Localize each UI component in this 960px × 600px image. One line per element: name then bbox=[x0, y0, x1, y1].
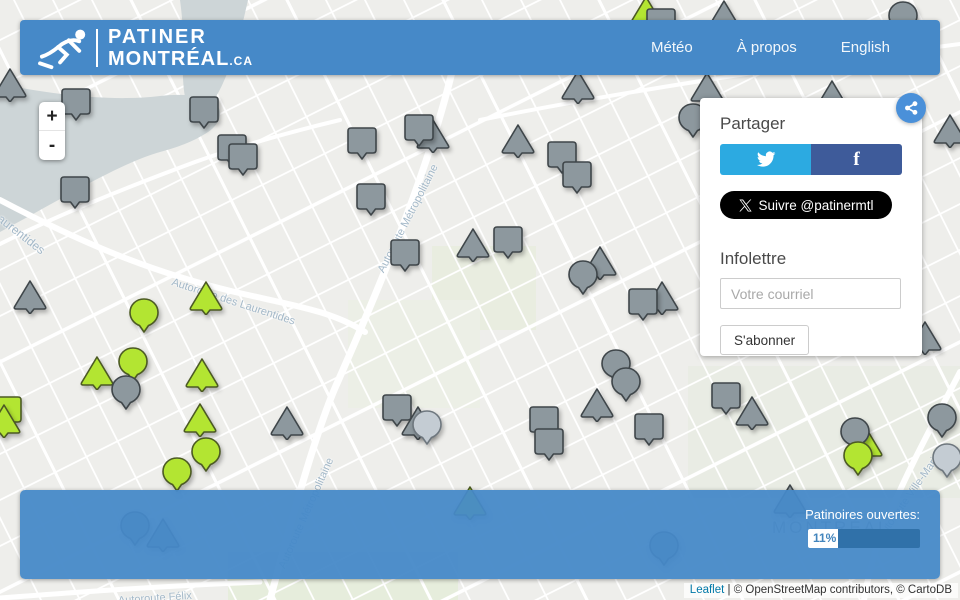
rink-marker-green[interactable] bbox=[189, 436, 223, 477]
rink-marker-green[interactable] bbox=[187, 279, 225, 320]
logo-title-line2: MONTRÉAL.CA bbox=[108, 49, 253, 69]
rink-marker-green[interactable] bbox=[127, 297, 161, 338]
rink-marker-gray[interactable] bbox=[187, 95, 221, 134]
rink-marker-gray[interactable] bbox=[226, 142, 260, 181]
rink-marker-green[interactable] bbox=[183, 356, 221, 397]
rink-marker-gray[interactable] bbox=[566, 259, 600, 300]
attribution-text: | © OpenStreetMap contributors, © CartoD… bbox=[724, 584, 952, 596]
follow-twitter-button[interactable]: Suivre @patinermtl bbox=[720, 191, 892, 219]
rink-marker-gray[interactable] bbox=[11, 278, 49, 319]
rink-marker-gray[interactable] bbox=[626, 287, 660, 326]
logo-divider bbox=[96, 29, 98, 67]
filter-bar bbox=[20, 490, 940, 579]
rink-marker-gray[interactable] bbox=[345, 126, 379, 165]
open-rinks-label: Patinoires ouvertes: bbox=[805, 507, 920, 522]
rink-marker-gray[interactable] bbox=[354, 182, 388, 221]
logo-suffix: .CA bbox=[229, 54, 253, 68]
zoom-in-button[interactable]: + bbox=[39, 102, 65, 131]
header-bar: PATINER MONTRÉAL.CA Météo À propos Engli… bbox=[20, 20, 940, 75]
rink-marker-gray[interactable] bbox=[388, 238, 422, 277]
rink-marker-gray[interactable] bbox=[402, 113, 436, 152]
site-logo[interactable]: PATINER MONTRÉAL.CA bbox=[36, 25, 253, 71]
facebook-share-button[interactable]: f bbox=[811, 144, 902, 175]
facebook-icon: f bbox=[853, 149, 859, 171]
share-panel: Partager f Suivre @patinermtl Infolettre… bbox=[700, 98, 922, 356]
open-rinks-progress-bar: 11% bbox=[808, 529, 920, 548]
leaflet-link[interactable]: Leaflet bbox=[690, 584, 725, 596]
share-fab-button[interactable] bbox=[896, 93, 926, 123]
subscribe-button[interactable]: S'abonner bbox=[720, 325, 809, 355]
rink-marker-gray[interactable] bbox=[454, 226, 492, 267]
open-rinks-percent: 11% bbox=[808, 529, 838, 548]
zoom-out-button[interactable]: - bbox=[39, 131, 65, 160]
rink-marker-gray[interactable] bbox=[58, 175, 92, 214]
twitter-share-button[interactable] bbox=[720, 144, 811, 175]
skater-logo-icon bbox=[36, 25, 88, 71]
rink-marker-gray[interactable] bbox=[499, 122, 537, 163]
map-zoom-control: + - bbox=[39, 102, 65, 160]
email-input[interactable] bbox=[720, 278, 901, 309]
rink-marker-gray[interactable] bbox=[268, 404, 306, 445]
logo-title-line1: PATINER bbox=[108, 27, 253, 47]
rink-marker-gray[interactable] bbox=[491, 225, 525, 264]
rink-marker-gray[interactable] bbox=[578, 386, 616, 427]
newsletter-title: Infolettre bbox=[720, 249, 902, 269]
nav-a-propos[interactable]: À propos bbox=[737, 39, 797, 56]
rink-marker-lightgray[interactable] bbox=[930, 442, 960, 483]
patiner-montreal-app: LaurentidesAutoroute des LaurentidesAuto… bbox=[0, 0, 960, 600]
rink-marker-gray[interactable] bbox=[931, 112, 960, 153]
share-title: Partager bbox=[720, 114, 902, 134]
map-attribution: Leaflet | © OpenStreetMap contributors, … bbox=[684, 583, 958, 598]
nav-meteo[interactable]: Météo bbox=[651, 39, 693, 56]
nav-english[interactable]: English bbox=[841, 39, 890, 56]
x-logo-icon bbox=[739, 199, 752, 212]
rink-marker-gray[interactable] bbox=[632, 412, 666, 451]
share-icon bbox=[900, 97, 922, 119]
rink-marker-gray[interactable] bbox=[109, 374, 143, 415]
rink-marker-green[interactable] bbox=[841, 440, 875, 481]
twitter-icon bbox=[755, 151, 777, 169]
rink-marker-green[interactable] bbox=[0, 402, 23, 443]
rink-marker-gray[interactable] bbox=[532, 427, 566, 466]
rink-marker-gray[interactable] bbox=[733, 394, 771, 435]
main-nav: Météo À propos English bbox=[651, 39, 940, 56]
rink-marker-gray[interactable] bbox=[560, 160, 594, 199]
rink-marker-gray[interactable] bbox=[925, 402, 959, 443]
rink-marker-lightgray[interactable] bbox=[410, 409, 444, 450]
